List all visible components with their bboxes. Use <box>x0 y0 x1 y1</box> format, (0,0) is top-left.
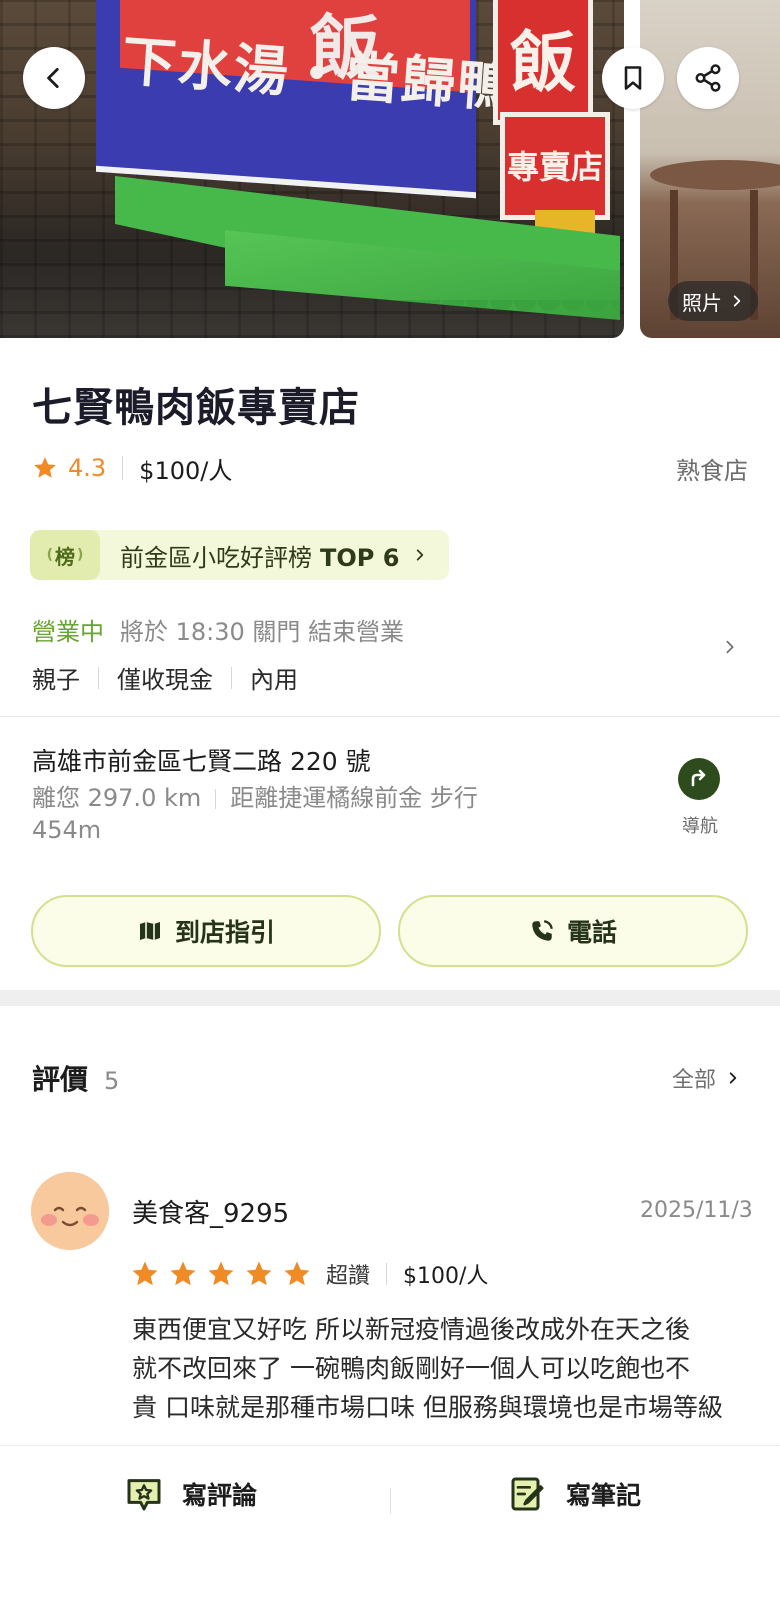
review-line: 就不改回來了 一碗鴨肉飯剛好一個人可以吃飽也不 <box>132 1354 690 1383</box>
review-text[interactable]: 東西便宜又好吃 所以新冠疫情過後改成外在天之後 就不改回來了 一碗鴨肉飯剛好一個… <box>132 1310 748 1430</box>
reviews-header: 評價 5 <box>32 1058 119 1098</box>
review-stars <box>130 1259 312 1289</box>
chevron-left-icon <box>47 67 59 89</box>
separator <box>390 1488 391 1514</box>
share-button[interactable] <box>677 47 739 109</box>
separator <box>98 666 99 689</box>
ranking-badge-text: 榜 <box>55 544 75 569</box>
store-name: 七賢鴨肉飯專賣店 <box>32 385 360 431</box>
write-note-label: 寫筆記 <box>566 1481 642 1510</box>
reviews-title: 評價 <box>32 1063 89 1096</box>
write-review-label: 寫評論 <box>182 1481 258 1510</box>
distance-value: 離您 297.0 km <box>32 784 202 812</box>
chevron-right-icon[interactable] <box>722 636 738 658</box>
chevron-right-icon <box>729 1072 737 1084</box>
separator <box>215 789 217 809</box>
star-icon <box>34 457 56 478</box>
reviewer-name[interactable]: 美食客_9295 <box>132 1193 289 1230</box>
tag: 僅收現金 <box>117 666 213 694</box>
laurel-icon: ( <box>46 547 53 563</box>
ranking-label: 前金區小吃好評榜 <box>120 543 312 572</box>
photos-label: 照片 <box>682 290 722 315</box>
review-line: 東西便宜又好吃 所以新冠疫情過後改成外在天之後 <box>132 1315 690 1344</box>
closing-time: 將於 18:30 關門 結束營業 <box>120 618 405 646</box>
navigate-button[interactable] <box>678 758 720 800</box>
share-icon <box>695 64 721 92</box>
review-rating-row: 超讚 $100/人 <box>130 1258 488 1290</box>
star-icon <box>170 1261 196 1286</box>
directions-label: 到店指引 <box>174 918 275 947</box>
call-button[interactable]: 電話 <box>398 895 748 967</box>
avatar[interactable] <box>31 1172 109 1250</box>
back-button[interactable] <box>23 47 85 109</box>
store-category: 熟食店 <box>676 456 748 485</box>
photo-vertical-sign-2: 專賣店 <box>500 112 610 220</box>
divider <box>0 716 780 717</box>
star-icon <box>208 1261 234 1286</box>
tag: 親子 <box>32 666 80 694</box>
write-review-button[interactable]: 寫評論 <box>124 1474 257 1514</box>
bottom-action-bar: 寫評論 寫筆記 <box>0 1445 780 1608</box>
smiley-face-icon <box>31 1172 109 1250</box>
review-date: 2025/11/3 <box>640 1198 753 1223</box>
separator <box>231 666 232 689</box>
service-tags[interactable]: 親子 僅收現金 內用 <box>32 660 298 695</box>
photo-table <box>650 160 780 190</box>
rating-word: 超讚 <box>326 1264 371 1289</box>
rating-row: 4.3 $100/人 熟食店 <box>32 450 748 486</box>
view-all-reviews-link[interactable]: 全部 <box>672 1062 740 1094</box>
navigate-label[interactable]: 導航 <box>678 812 722 838</box>
ranking-text: 前金區小吃好評榜 TOP 6 <box>120 538 399 573</box>
business-hours[interactable]: 營業中 將於 18:30 關門 結束營業 <box>32 612 404 647</box>
ranking-badge: ( 榜 ) <box>30 530 100 580</box>
distance-info: 離您 297.0 km 距離捷運橘線前金 步行 454m <box>32 782 552 846</box>
navigation-arrow-icon <box>691 769 706 787</box>
ranking-chip[interactable]: ( 榜 ) 前金區小吃好評榜 TOP 6 <box>30 530 450 580</box>
laurel-icon: ) <box>77 547 84 563</box>
view-all-label: 全部 <box>672 1068 717 1093</box>
bookmark-icon <box>624 66 642 90</box>
review-price: $100/人 <box>403 1264 489 1289</box>
review-star-icon <box>127 1479 161 1511</box>
ranking-top: TOP 6 <box>320 543 400 572</box>
open-status: 營業中 <box>32 618 104 646</box>
star-icon <box>132 1261 158 1286</box>
photos-button[interactable]: 照片 <box>668 281 758 321</box>
map-icon <box>139 922 160 940</box>
review-line: 貴 口味就是那種市場口味 但服務與環境也是市場等級 <box>132 1393 723 1422</box>
star-icon <box>246 1261 272 1286</box>
chevron-right-icon <box>417 549 424 561</box>
rating-value: 4.3 <box>68 454 107 482</box>
hero-photo-gallery[interactable]: 飯 下水湯・當歸鴨 飯 專賣店 照片 <box>0 0 780 340</box>
phone-icon <box>532 920 553 941</box>
chevron-right-icon <box>733 295 741 307</box>
store-address[interactable]: 高雄市前金區七賢二路 220 號 <box>32 742 371 778</box>
bookmark-button[interactable] <box>602 47 664 109</box>
separator <box>386 1263 388 1285</box>
write-note-button[interactable]: 寫筆記 <box>508 1474 641 1514</box>
directions-button[interactable]: 到店指引 <box>31 895 381 967</box>
section-divider <box>0 990 780 1006</box>
tag: 內用 <box>250 666 298 694</box>
photo-vertical-sign-1: 飯 <box>493 0 593 125</box>
reviews-count: 5 <box>104 1067 120 1095</box>
storefront-photo[interactable]: 飯 下水湯・當歸鴨 飯 專賣店 <box>0 0 624 338</box>
star-icon <box>284 1261 310 1286</box>
price-per-person: $100/人 <box>139 456 233 485</box>
call-label: 電話 <box>566 918 617 947</box>
separator <box>122 456 124 480</box>
note-pencil-icon <box>511 1477 544 1511</box>
